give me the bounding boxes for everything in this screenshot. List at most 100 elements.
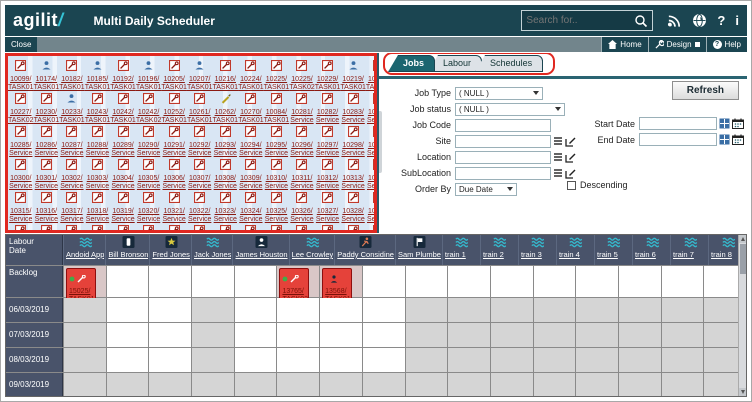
schedule-cell[interactable]: [319, 373, 362, 397]
task-item[interactable]: 10291/Service: [161, 123, 187, 156]
task-code-link[interactable]: 10315/: [10, 208, 31, 216]
task-code-link[interactable]: 10205/: [163, 76, 184, 84]
task-code-link[interactable]: 10318/: [87, 208, 108, 216]
task-code-link[interactable]: 10242/: [138, 109, 159, 117]
task-code-link[interactable]: 10323/: [215, 208, 236, 216]
scroll-down-arrow[interactable]: [739, 388, 747, 396]
schedule-cell[interactable]: [447, 348, 490, 372]
task-code-link[interactable]: 10281/: [291, 109, 312, 117]
task-item[interactable]: 10319/Service: [110, 189, 136, 222]
vertical-scrollbar[interactable]: [738, 235, 746, 396]
task-code-link[interactable]: 10289/: [112, 142, 133, 150]
task-item[interactable]: 10322/Service: [187, 189, 213, 222]
schedule-cell[interactable]: [319, 323, 362, 347]
resource-name-link[interactable]: train 7: [673, 250, 694, 259]
task-code-link[interactable]: 10225/: [291, 76, 312, 84]
task-item[interactable]: 10316/Service: [34, 189, 60, 222]
schedule-cell[interactable]: [276, 348, 319, 372]
schedule-cell[interactable]: [63, 323, 106, 347]
job-code-input[interactable]: [455, 119, 551, 132]
schedule-cell[interactable]: [490, 373, 533, 397]
backlog-cell[interactable]: [148, 266, 191, 297]
search-input[interactable]: [526, 15, 634, 26]
schedule-cell[interactable]: [234, 348, 277, 372]
task-code-link[interactable]: 10242/: [112, 109, 133, 117]
task-item[interactable]: 10261/TASK01: [187, 90, 213, 123]
job-status-select[interactable]: ( NULL ): [455, 103, 565, 116]
task-code-link[interactable]: 10196/: [138, 76, 159, 84]
task-code-link[interactable]: 10305/: [138, 175, 159, 183]
search-box[interactable]: [521, 10, 653, 31]
task-item[interactable]: 10289/Service: [110, 123, 136, 156]
schedule-cell[interactable]: [575, 348, 618, 372]
panel-splitter-handle[interactable]: [378, 111, 382, 173]
resource-name-link[interactable]: Jack Jones: [194, 250, 232, 259]
scroll-up-arrow[interactable]: [739, 235, 747, 243]
schedule-cell[interactable]: [405, 298, 448, 322]
task-code-link[interactable]: 10284/: [368, 109, 377, 117]
task-code-link[interactable]: 10227/: [10, 109, 31, 117]
task-code-link[interactable]: 10294/: [240, 142, 261, 150]
task-item[interactable]: 10290/Service: [136, 123, 162, 156]
schedule-cell[interactable]: [191, 298, 234, 322]
task-code-link[interactable]: 10192/: [112, 76, 133, 84]
task-code-link[interactable]: 10300/: [10, 175, 31, 183]
task-code-link[interactable]: 10099/: [10, 76, 31, 84]
task-item[interactable]: 10224/TASK01: [238, 57, 264, 90]
schedule-cell[interactable]: [661, 348, 704, 372]
task-code-link[interactable]: 10227/: [368, 76, 377, 84]
task-item[interactable]: 10326/Service: [289, 189, 315, 222]
resource-name-link[interactable]: Sam Plumbe: [398, 250, 441, 259]
task-item[interactable]: 10307/Service: [187, 156, 213, 189]
schedule-cell[interactable]: [661, 373, 704, 397]
schedule-cell[interactable]: [191, 373, 234, 397]
task-code-link[interactable]: 10287/: [61, 142, 82, 150]
schedule-cell[interactable]: [405, 373, 448, 397]
task-code-link[interactable]: 10219/: [342, 76, 363, 84]
task-item[interactable]: 10309/Service: [238, 156, 264, 189]
site-list-icon[interactable]: [553, 136, 563, 146]
task-item[interactable]: 10285/Service: [8, 123, 34, 156]
task-code-link[interactable]: 10299/: [368, 142, 377, 150]
task-item[interactable]: 10324/Service: [238, 189, 264, 222]
task-item[interactable]: 10292/Service: [187, 123, 213, 156]
schedule-cell[interactable]: [362, 323, 405, 347]
task-code-link[interactable]: 10325/: [266, 208, 287, 216]
task-code-link[interactable]: 10224/: [240, 76, 261, 84]
task-code-link[interactable]: 10311/: [292, 175, 313, 183]
resource-name-link[interactable]: Paddy Considine: [337, 250, 394, 259]
close-button[interactable]: Close: [5, 37, 37, 52]
sublocation-input[interactable]: [455, 167, 551, 180]
backlog-cell[interactable]: [575, 266, 618, 297]
schedule-cell[interactable]: [447, 373, 490, 397]
task-item[interactable]: 10310/Service: [264, 156, 290, 189]
schedule-cell[interactable]: [276, 323, 319, 347]
schedule-cell[interactable]: [362, 298, 405, 322]
task-code-link[interactable]: 10298/: [342, 142, 363, 150]
task-item[interactable]: 10304/Service: [110, 156, 136, 189]
task-item[interactable]: 10282/Service: [315, 90, 341, 123]
schedule-cell[interactable]: [148, 298, 191, 322]
schedule-cell[interactable]: [276, 373, 319, 397]
task-item[interactable]: 10314/Service: [366, 156, 377, 189]
task-code-link[interactable]: 10304/: [112, 175, 133, 183]
task-code-link[interactable]: 10182/: [61, 76, 82, 84]
design-button[interactable]: Design: [648, 37, 706, 52]
schedule-cell[interactable]: [148, 373, 191, 397]
task-item[interactable]: 10196/TASK01: [136, 57, 162, 90]
task-code-link[interactable]: 10295/: [266, 142, 287, 150]
backlog-cell[interactable]: [661, 266, 704, 297]
task-item[interactable]: 10225/TASK02: [289, 57, 315, 90]
task-item[interactable]: 10286/Service: [34, 123, 60, 156]
task-item[interactable]: 10242/TASK02: [136, 90, 162, 123]
task-item[interactable]: 10300/Service: [8, 156, 34, 189]
task-item[interactable]: 10230/TASK01: [34, 90, 60, 123]
backlog-cell[interactable]: 13568/TASK01: [319, 266, 362, 297]
resource-name-link[interactable]: train 2: [483, 250, 504, 259]
resource-name-link[interactable]: Bill Bronson: [108, 250, 148, 259]
site-edit-icon[interactable]: [565, 136, 576, 147]
backlog-cell[interactable]: [533, 266, 576, 297]
task-code-link[interactable]: 10320/: [138, 208, 159, 216]
schedule-cell[interactable]: [276, 298, 319, 322]
task-code-link[interactable]: 10296/: [291, 142, 312, 150]
